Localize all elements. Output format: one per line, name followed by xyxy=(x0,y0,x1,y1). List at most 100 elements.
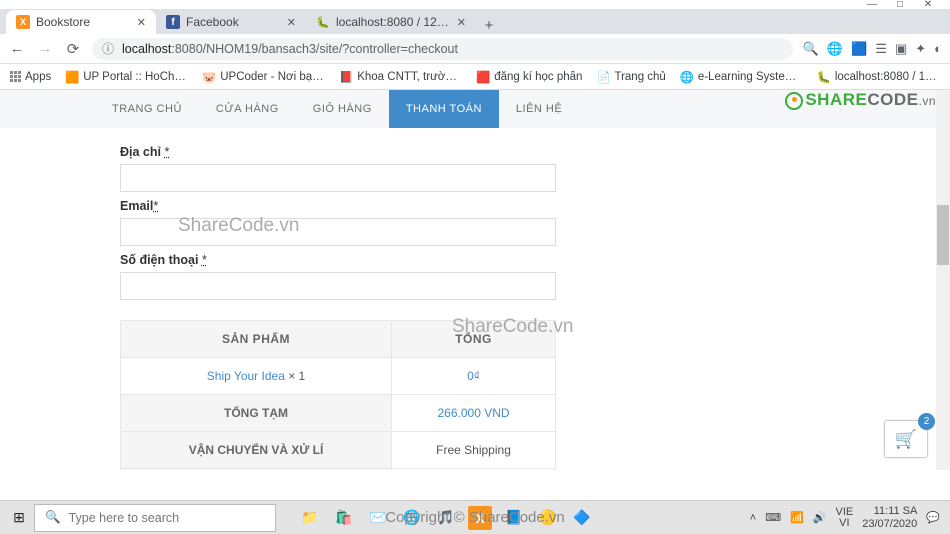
item-price: 0₫ xyxy=(392,358,556,395)
tray-lang[interactable]: VIE VI xyxy=(836,507,854,529)
close-icon[interactable]: ✕ xyxy=(137,16,146,29)
bk-icon: 🐛 xyxy=(817,70,831,84)
bookmark-item[interactable]: 🟧UP Portal :: HoChiM… xyxy=(65,70,188,84)
tray-keyboard-icon[interactable]: ⌨ xyxy=(765,511,781,524)
apps-button[interactable]: Apps xyxy=(10,71,51,83)
tabstrip: X Bookstore ✕ f Facebook ✕ 🐛 localhost:8… xyxy=(0,9,950,34)
cart-floating-button[interactable]: 🛒 2 xyxy=(884,420,928,458)
translate-icon[interactable]: 🌐 xyxy=(827,41,843,57)
extension-icon[interactable]: 🟦 xyxy=(851,41,867,57)
phpmyadmin-icon: 🐛 xyxy=(316,15,330,29)
task-xampp-icon[interactable]: X xyxy=(468,506,492,530)
bk-icon: 🐷 xyxy=(202,70,216,84)
task-word-icon[interactable]: 📘 xyxy=(502,506,526,530)
tray-wifi-icon[interactable]: 📶 xyxy=(790,511,804,524)
bk-icon: 📄 xyxy=(596,70,610,84)
cart-badge: 2 xyxy=(918,413,935,430)
back-button[interactable]: ← xyxy=(8,40,26,57)
col-product: SẢN PHẨM xyxy=(121,321,392,358)
phone-input[interactable] xyxy=(120,272,556,300)
browser-tab-facebook[interactable]: f Facebook ✕ xyxy=(156,10,306,34)
address-label: Địa chỉ * xyxy=(120,145,580,159)
table-row: Ship Your Idea × 1 0₫ xyxy=(121,358,556,395)
window-close[interactable]: ✕ xyxy=(914,0,942,10)
task-vscode-icon[interactable]: 🔷 xyxy=(570,506,594,530)
task-store-icon[interactable]: 🛍️ xyxy=(332,506,356,530)
product-qty: × 1 xyxy=(288,369,305,383)
task-media-icon[interactable]: 🎵 xyxy=(434,506,458,530)
extensions-menu-icon[interactable]: ✦ xyxy=(915,41,926,57)
bookmark-item[interactable]: 📕Khoa CNTT, trường… xyxy=(339,70,462,84)
tray-clock[interactable]: 11:11 SA 23/07/2020 xyxy=(862,505,917,529)
bookmark-item[interactable]: 🟥đăng kí học phần xyxy=(476,70,582,84)
shipping-value: Free Shipping xyxy=(392,432,556,469)
taskbar-search[interactable]: 🔍 Type here to search xyxy=(34,504,276,532)
email-label: Email* xyxy=(120,199,580,213)
watermark-logo: SHARECODE.vn xyxy=(785,90,936,110)
subtotal-value: 266.000 VND xyxy=(392,395,556,432)
taskbar: ⊞ 🔍 Type here to search 📁 🛍️ ✉️ 🌐 🎵 X 📘 … xyxy=(0,500,950,534)
zoom-icon[interactable]: 🔍 xyxy=(803,41,819,57)
close-icon[interactable]: ✕ xyxy=(287,16,296,29)
bookmark-bar: Apps 🟧UP Portal :: HoChiM… 🐷UPCoder - Nơ… xyxy=(0,64,950,90)
bk-icon: 🟥 xyxy=(476,70,490,84)
grandtotal-value: 266.000 VND xyxy=(392,469,556,471)
facebook-icon: f xyxy=(166,15,180,29)
scroll-thumb[interactable] xyxy=(937,205,949,265)
scrollbar[interactable] xyxy=(936,90,950,470)
nav-store[interactable]: CỬA HÀNG xyxy=(199,90,296,128)
subtotal-label: TỔNG TẠM xyxy=(121,395,392,432)
reload-button[interactable]: ⟳ xyxy=(64,40,82,58)
browser-tab-phpmyadmin[interactable]: 🐛 localhost:8080 / 127.0.0.1 / book… ✕ xyxy=(306,10,476,34)
task-mail-icon[interactable]: ✉️ xyxy=(366,506,390,530)
task-chrome-icon[interactable]: 🟡 xyxy=(536,506,560,530)
bk-icon: 🌐 xyxy=(680,70,694,84)
reader-icon[interactable]: ☰ xyxy=(875,41,887,57)
order-summary-table: SẢN PHẨM TỔNG Ship Your Idea × 1 0₫ TỔNG… xyxy=(120,320,556,470)
new-tab-button[interactable]: + xyxy=(476,17,502,34)
task-edge-icon[interactable]: 🌐 xyxy=(400,506,424,530)
extension-icon[interactable]: ▣ xyxy=(895,41,907,57)
bookmark-item[interactable]: 🌐e-Learning System… xyxy=(680,70,803,84)
window-maximize[interactable]: □ xyxy=(886,0,914,10)
shipping-row: VẬN CHUYỂN VÀ XỬ LÍ Free Shipping xyxy=(121,432,556,469)
bk-icon: 🟧 xyxy=(65,70,79,84)
nav-cart[interactable]: GIỎ HÀNG xyxy=(296,90,389,128)
search-placeholder: Type here to search xyxy=(69,511,179,525)
grandtotal-label: TỔNG HÓA ĐƠN xyxy=(121,469,392,471)
phone-label: Số điện thoại * xyxy=(120,253,580,267)
site-info-icon[interactable]: ⓘ xyxy=(102,40,114,57)
tab-title: Facebook xyxy=(186,15,281,29)
bookmark-item[interactable]: 🐷UPCoder - Nơi bạn… xyxy=(202,70,325,84)
nav-contact[interactable]: LIÊN HỆ xyxy=(499,90,579,128)
bookmark-item[interactable]: 🐛localhost:8080 / 12… xyxy=(817,70,940,84)
bookmark-item[interactable]: 📄Trang chủ xyxy=(596,70,665,84)
nav-checkout[interactable]: THANH TOÁN xyxy=(389,90,499,128)
close-icon[interactable]: ✕ xyxy=(457,16,466,29)
address-input[interactable] xyxy=(120,164,556,192)
tab-title: localhost:8080 / 127.0.0.1 / book… xyxy=(336,15,451,29)
profile-icon[interactable]: ◐ xyxy=(934,41,942,56)
window-minimize[interactable]: — xyxy=(858,0,886,10)
shipping-label: VẬN CHUYỂN VÀ XỬ LÍ xyxy=(121,432,392,469)
tray-volume-icon[interactable]: 🔊 xyxy=(813,511,827,524)
product-link[interactable]: Ship Your Idea xyxy=(207,369,285,383)
browser-tab-bookstore[interactable]: X Bookstore ✕ xyxy=(6,10,156,34)
start-button[interactable]: ⊞ xyxy=(4,509,34,526)
tray-notifications-icon[interactable]: 💬 xyxy=(926,511,940,524)
subtotal-row: TỔNG TẠM 266.000 VND xyxy=(121,395,556,432)
tray-up-icon[interactable]: ˄ xyxy=(750,512,756,524)
grandtotal-row: TỔNG HÓA ĐƠN 266.000 VND xyxy=(121,469,556,471)
search-icon: 🔍 xyxy=(45,510,61,525)
url-text: localhost:8080/NHOM19/bansach3/site/?con… xyxy=(122,42,458,56)
task-explorer-icon[interactable]: 📁 xyxy=(298,506,322,530)
nav-home[interactable]: TRANG CHỦ xyxy=(95,90,199,128)
tab-title: Bookstore xyxy=(36,15,131,29)
address-bar: ← → ⟳ ⓘ localhost:8080/NHOM19/bansach3/s… xyxy=(0,34,950,64)
col-total: TỔNG xyxy=(392,321,556,358)
omnibox[interactable]: ⓘ localhost:8080/NHOM19/bansach3/site/?c… xyxy=(92,38,793,60)
forward-button[interactable]: → xyxy=(36,40,54,57)
email-input[interactable] xyxy=(120,218,556,246)
xampp-icon: X xyxy=(16,15,30,29)
bk-icon: 📕 xyxy=(339,70,353,84)
